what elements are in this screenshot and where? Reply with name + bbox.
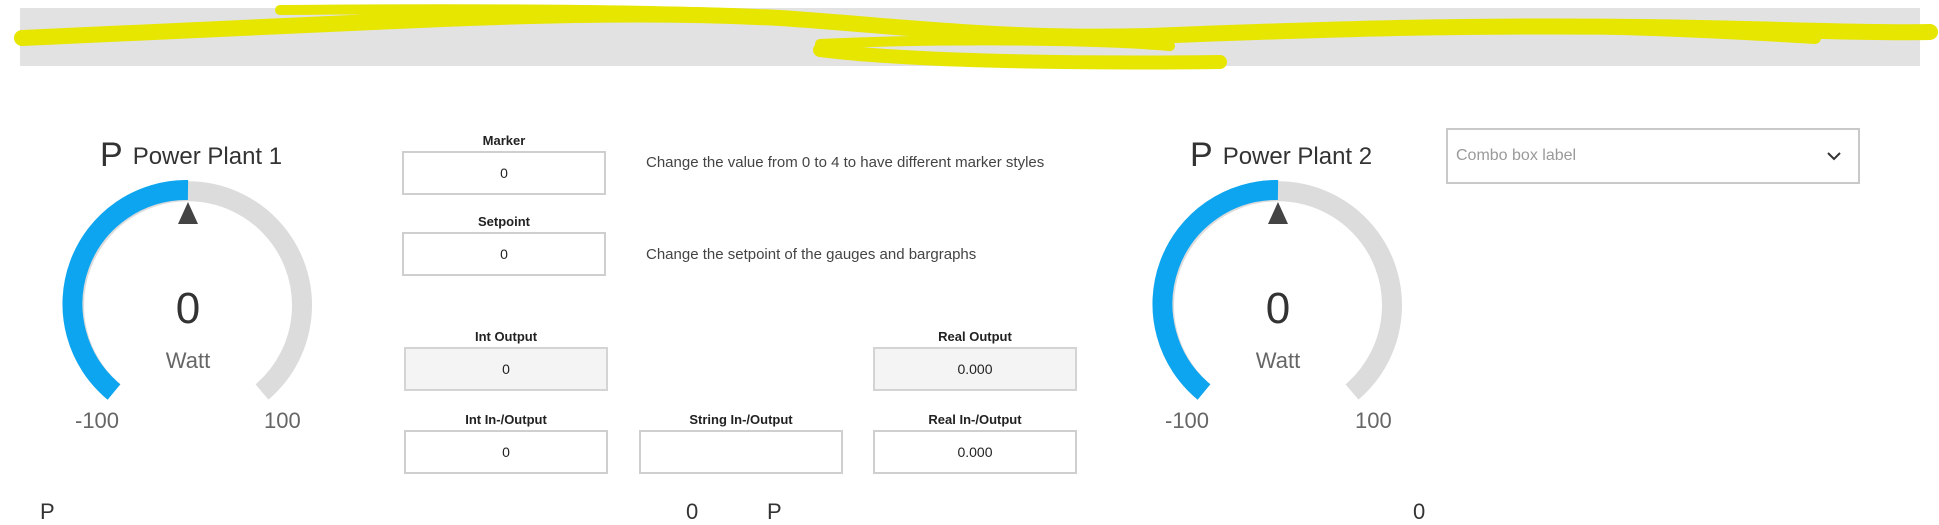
int-inout-input[interactable]: 0: [404, 430, 608, 474]
real-output-label: Real Output: [938, 329, 1012, 344]
chevron-down-icon[interactable]: [1826, 148, 1842, 164]
combo-box-placeholder: Combo box label: [1456, 147, 1577, 164]
gauge-2-min: -100: [1165, 408, 1210, 433]
bottom-right-icon: P: [767, 499, 782, 524]
gauge-2-title: P Power Plant 2: [1190, 136, 1373, 174]
real-inout-label: Real In-/Output: [928, 412, 1022, 427]
string-inout-label: String In-/Output: [689, 412, 793, 427]
gauge-2-max: 100: [1355, 408, 1392, 433]
power-plant-icon: P: [100, 136, 123, 174]
marker-label: Marker: [482, 133, 526, 148]
gauge-1-unit: Watt: [165, 348, 211, 373]
bottom-left-value: 0: [686, 499, 699, 524]
bottom-right-value: 0: [1413, 499, 1426, 524]
gauge-1-max: 100: [264, 408, 301, 433]
power-plant-icon: P: [1190, 136, 1213, 174]
marker-help-text: Change the value from 0 to 4 to have dif…: [646, 154, 1045, 171]
gauge-1-min: -100: [75, 408, 120, 433]
int-output-field: 0: [404, 347, 608, 391]
marker-input[interactable]: 0: [402, 151, 606, 195]
real-output-field: 0.000: [873, 347, 1077, 391]
redaction-scribble: [14, 4, 1938, 70]
bottom-left-icon: P: [40, 499, 55, 524]
int-output-label: Int Output: [474, 329, 538, 344]
combo-box[interactable]: Combo box label: [1446, 128, 1860, 184]
setpoint-label: Setpoint: [478, 214, 530, 229]
real-inout-input[interactable]: 0.000: [873, 430, 1077, 474]
gauge-2-unit: Watt: [1255, 348, 1301, 373]
setpoint-help-text: Change the setpoint of the gauges and ba…: [646, 246, 977, 263]
string-inout-input[interactable]: [639, 430, 843, 474]
gauge-2-value: 0: [1265, 284, 1291, 333]
gauge-marker-icon: [178, 202, 198, 224]
int-inout-label: Int In-/Output: [465, 412, 547, 427]
gauge-marker-icon: [1268, 202, 1288, 224]
gauge-1-title: P Power Plant 1: [100, 136, 283, 174]
setpoint-input[interactable]: 0: [402, 232, 606, 276]
gauge-1-value: 0: [175, 284, 201, 333]
